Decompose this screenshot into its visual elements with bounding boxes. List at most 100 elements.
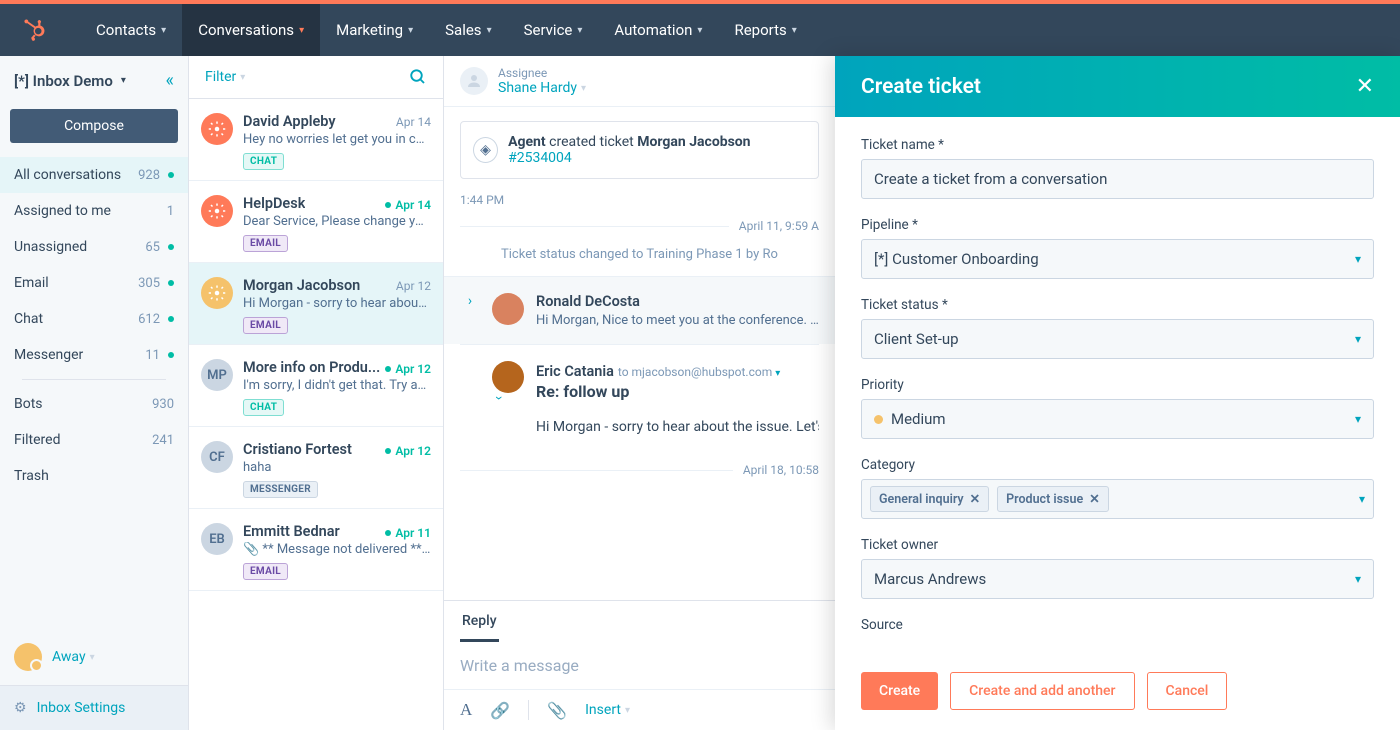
conversation-name: Morgan Jacobson (243, 277, 360, 294)
chevron-down-icon[interactable]: › (444, 388, 507, 408)
nav-conversations[interactable]: Conversations▾ (182, 4, 320, 56)
status-select[interactable]: Client Set-up▾ (861, 319, 1374, 359)
sidebar-item[interactable]: Unassigned65 (0, 229, 188, 265)
conversation-time: Apr 12 (396, 279, 431, 293)
channel-badge: MESSENGER (243, 481, 318, 498)
sidebar-item[interactable]: Email305 (0, 265, 188, 301)
nav-automation[interactable]: Automation▾ (598, 4, 718, 56)
message-preview: Hi Morgan, Nice to meet you at the confe… (536, 313, 819, 328)
user-avatar-icon (14, 643, 42, 671)
ticket-created-event: ◈ Agent created ticket Morgan Jacobson #… (460, 121, 819, 179)
sidebar-item-label: Bots (14, 396, 43, 412)
message-collapsed[interactable]: › Ronald DeCosta Hi Morgan, Nice to meet… (444, 276, 835, 344)
settings-label: Inbox Settings (37, 700, 126, 716)
chevron-down-icon[interactable]: ▾ (121, 75, 126, 86)
status-change-event: Ticket status changed to Training Phase … (460, 247, 819, 262)
inbox-settings-link[interactable]: ⚙ Inbox Settings (0, 685, 188, 730)
nav-reports[interactable]: Reports▾ (718, 4, 812, 56)
chevron-down-icon: ▾ (487, 25, 492, 36)
conversation-item[interactable]: CF Cristiano FortestApr 12 haha MESSENGE… (189, 427, 443, 509)
sidebar-item[interactable]: Chat612 (0, 301, 188, 337)
timestamp: 1:44 PM (460, 193, 819, 207)
chevron-right-icon[interactable]: › (460, 293, 480, 328)
nav-marketing[interactable]: Marketing▾ (320, 4, 429, 56)
sidebar-item[interactable]: Trash (0, 458, 188, 494)
tab-reply[interactable]: Reply (460, 601, 499, 642)
sidebar-item-label: All conversations (14, 167, 121, 183)
nav-contacts[interactable]: Contacts▾ (80, 4, 182, 56)
conversation-name: Cristiano Fortest (243, 441, 352, 458)
channel-badge: CHAT (243, 399, 284, 416)
cancel-button[interactable]: Cancel (1147, 672, 1228, 710)
create-button[interactable]: Create (861, 672, 938, 710)
sidebar-item-label: Chat (14, 311, 43, 327)
conversation-item[interactable]: EB Emmitt BednarApr 11 📎 ** Message not … (189, 509, 443, 591)
conversation-item[interactable]: HelpDeskApr 14 Dear Service, Please chan… (189, 181, 443, 263)
chevron-down-icon: ▾ (299, 25, 304, 36)
nav-label: Marketing (336, 21, 403, 39)
sidebar-item-label: Unassigned (14, 239, 87, 255)
conversation-snippet: Dear Service, Please change your... (243, 214, 431, 229)
avatar-icon (201, 277, 233, 309)
conversation-snippet: I'm sorry, I didn't get that. Try aga... (243, 378, 431, 393)
chevron-down-icon: ▾ (1355, 252, 1361, 266)
conversation-item[interactable]: Morgan JacobsonApr 12 Hi Morgan - sorry … (189, 263, 443, 345)
create-ticket-panel: Create ticket ✕ Ticket name * Pipeline *… (835, 56, 1400, 730)
remove-tag-icon[interactable]: ✕ (970, 491, 980, 507)
ticket-name-input[interactable] (861, 159, 1374, 199)
chevron-down-icon: ▾ (240, 72, 245, 83)
conversation-snippet: haha (243, 460, 431, 475)
sidebar-item[interactable]: Bots930 (0, 386, 188, 422)
chevron-down-icon: ▾ (792, 25, 797, 36)
remove-tag-icon[interactable]: ✕ (1089, 491, 1099, 507)
sender-avatar-icon (492, 293, 524, 325)
compose-button[interactable]: Compose (10, 109, 178, 143)
chevron-down-icon: ▾ (161, 25, 166, 36)
unread-dot-icon (168, 172, 174, 178)
hubspot-logo-icon[interactable] (20, 15, 50, 45)
chevron-down-icon[interactable]: ▾ (775, 368, 780, 379)
sidebar-item[interactable]: Filtered241 (0, 422, 188, 458)
create-and-add-another-button[interactable]: Create and add another (950, 672, 1134, 710)
presence-selector[interactable]: Away▾ (0, 629, 188, 685)
chevron-down-icon: ▾ (697, 25, 702, 36)
close-icon[interactable]: ✕ (1356, 74, 1374, 99)
avatar-icon (201, 113, 233, 145)
message-composer[interactable]: Write a message (444, 642, 835, 689)
collapse-sidebar-icon[interactable]: « (166, 70, 174, 91)
font-icon[interactable]: A (460, 700, 472, 720)
priority-select[interactable]: Medium▾ (861, 399, 1374, 439)
unread-dot-icon (385, 530, 391, 536)
sidebar-item-count: 1 (167, 204, 174, 219)
sidebar-item[interactable]: Assigned to me1 (0, 193, 188, 229)
field-label-owner: Ticket owner (861, 537, 1374, 553)
filter-dropdown[interactable]: Filter▾ (205, 69, 245, 85)
unread-dot-icon (168, 316, 174, 322)
avatar-icon (201, 195, 233, 227)
ticket-link[interactable]: #2534004 (508, 150, 572, 166)
link-icon[interactable]: 🔗 (490, 701, 510, 720)
owner-select[interactable]: Marcus Andrews▾ (861, 559, 1374, 599)
sidebar-item-count: 11 (145, 348, 174, 363)
nav-sales[interactable]: Sales▾ (429, 4, 507, 56)
channel-badge: EMAIL (243, 317, 288, 334)
field-label-category: Category (861, 457, 1374, 473)
conversation-item[interactable]: MP More info on Produ...Apr 12 I'm sorry… (189, 345, 443, 427)
sidebar-item[interactable]: All conversations928 (0, 157, 188, 193)
sidebar-item[interactable]: Messenger11 (0, 337, 188, 373)
panel-title: Create ticket (861, 75, 981, 99)
chevron-down-icon[interactable]: ▾ (1359, 492, 1365, 506)
conversation-time: Apr 12 (385, 444, 431, 458)
inbox-title[interactable]: [*] Inbox Demo (14, 72, 113, 90)
conversation-item[interactable]: David ApplebyApr 14 Hey no worries let g… (189, 99, 443, 181)
insert-dropdown[interactable]: Insert▾ (585, 702, 630, 718)
conversation-name: More info on Produ... (243, 359, 380, 376)
assignee-selector[interactable]: Shane Hardy▾ (498, 80, 586, 96)
nav-service[interactable]: Service▾ (508, 4, 599, 56)
top-navigation: Contacts▾ Conversations▾ Marketing▾ Sale… (0, 4, 1400, 56)
message-expanded: › Eric Catania to mjacobson@hubspot.com … (460, 344, 819, 451)
attachment-icon[interactable]: 📎 (547, 701, 567, 720)
pipeline-select[interactable]: [*] Customer Onboarding▾ (861, 239, 1374, 279)
search-icon[interactable] (409, 68, 427, 86)
category-multiselect[interactable]: General inquiry✕Product issue✕ ▾ (861, 479, 1374, 519)
